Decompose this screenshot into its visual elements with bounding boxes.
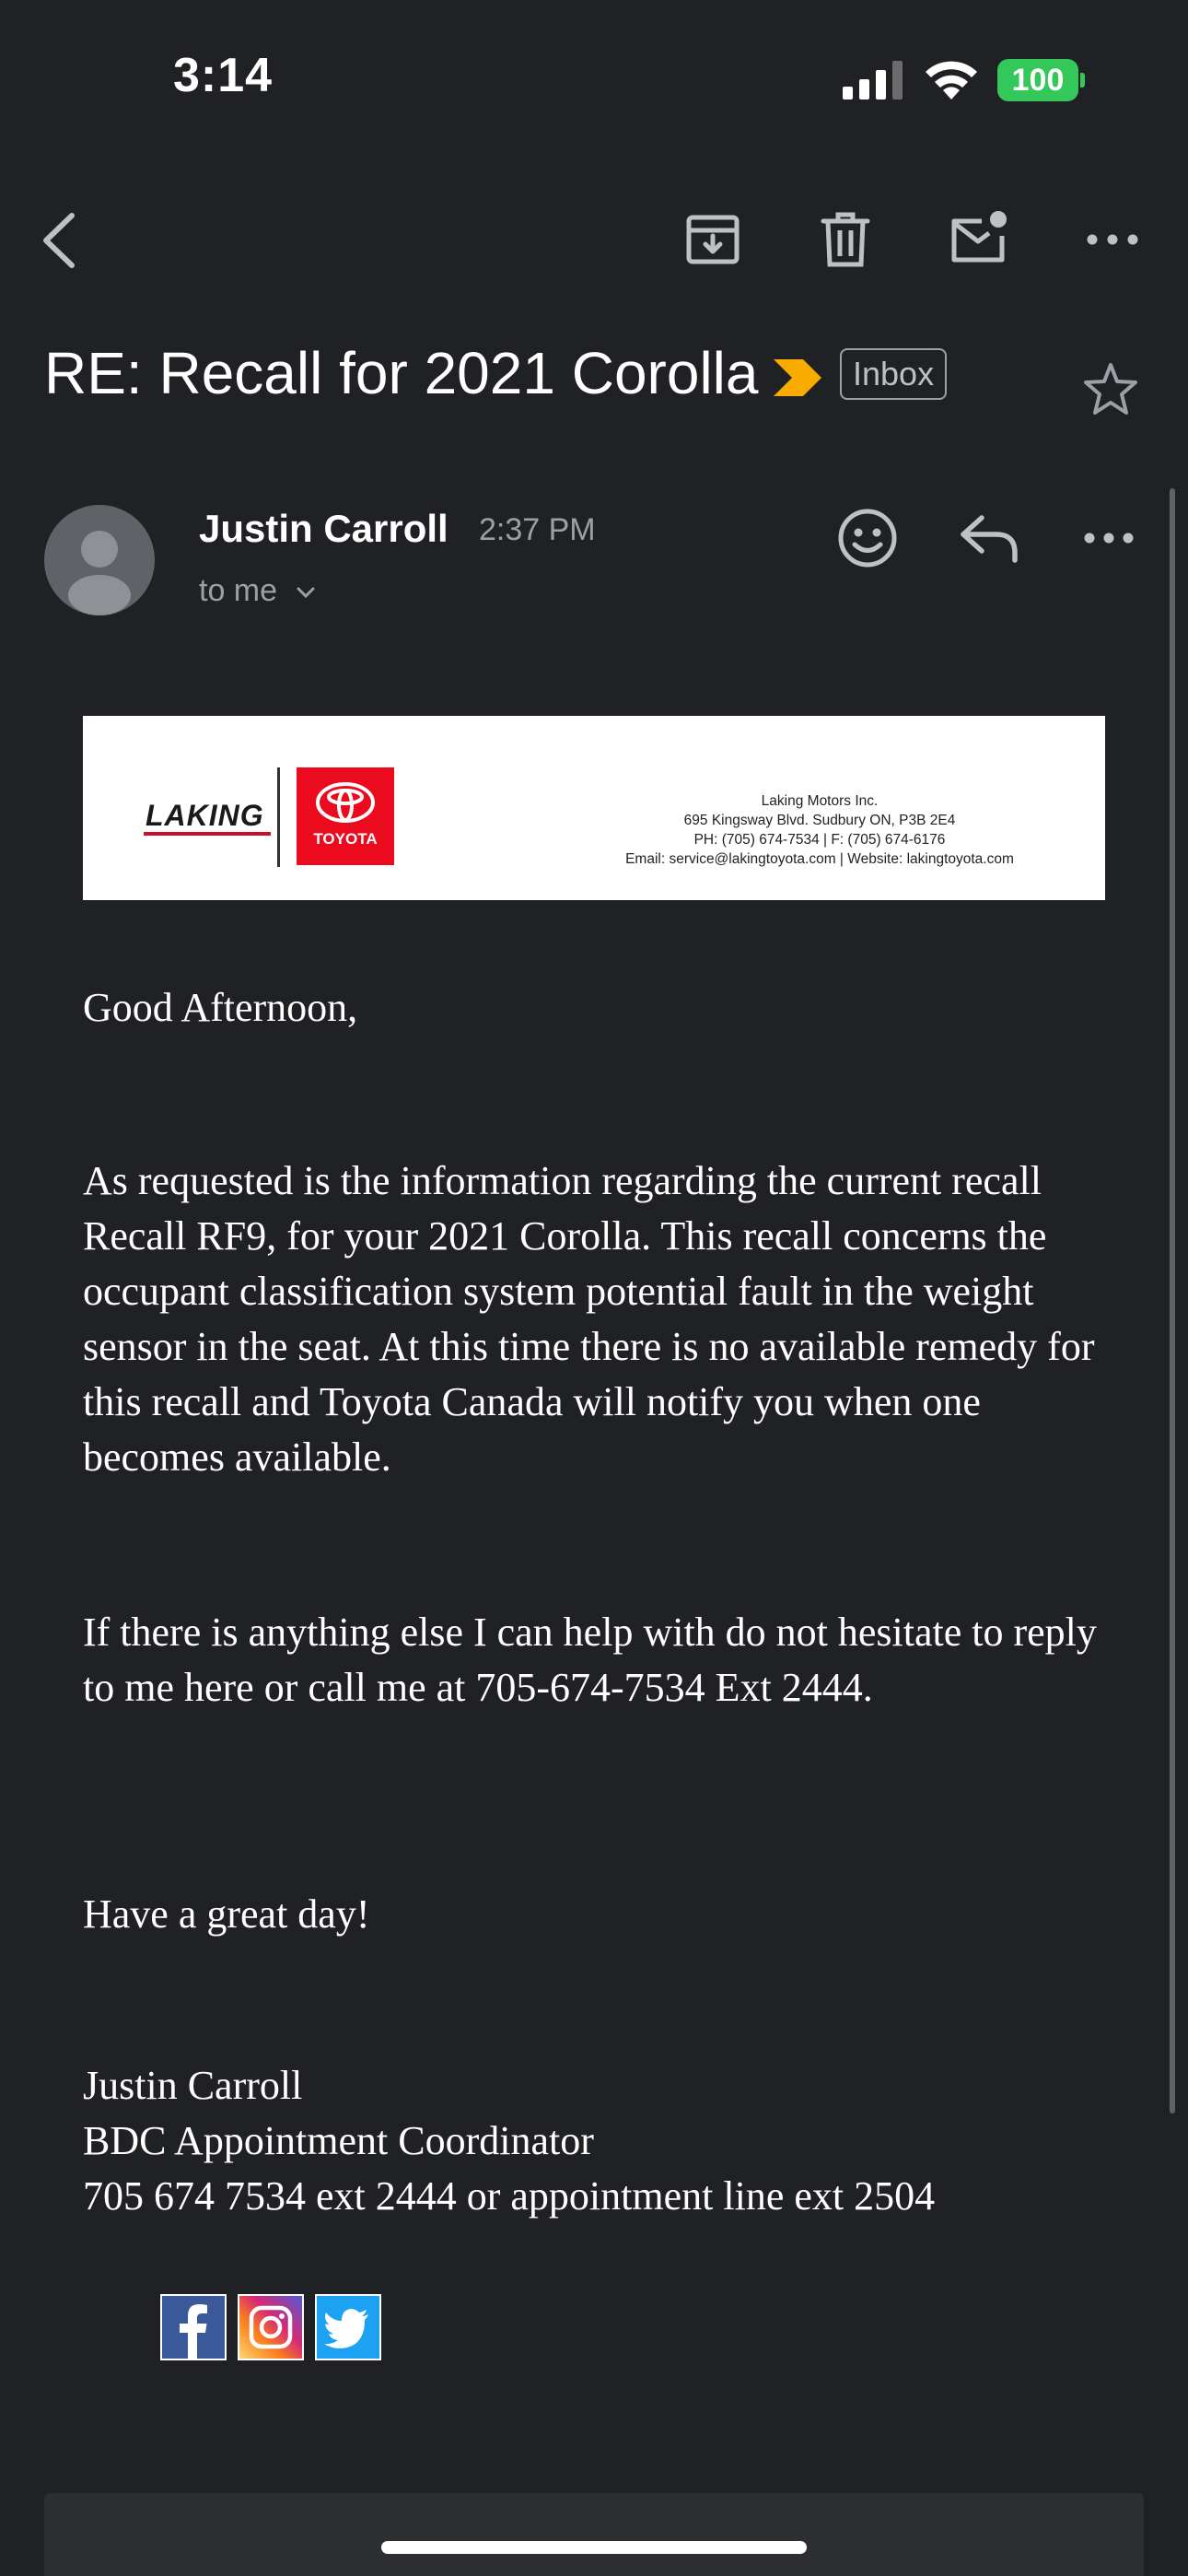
dealer-info: Laking Motors Inc. 695 Kingsway Blvd. Su… bbox=[562, 791, 1077, 869]
toyota-logo: TOYOTA bbox=[297, 767, 394, 865]
email-signature: Justin Carroll BDC Appointment Coordinat… bbox=[83, 2058, 1105, 2224]
scrollbar[interactable] bbox=[1170, 488, 1175, 2113]
reply-actions-bar bbox=[44, 2493, 1144, 2576]
mark-unread-icon bbox=[951, 211, 1007, 263]
dealer-address: 695 Kingsway Blvd. Sudbury ON, P3B 2E4 bbox=[683, 813, 956, 828]
recipient-details-toggle[interactable]: to me bbox=[199, 573, 316, 609]
sent-time: 2:37 PM bbox=[479, 512, 596, 547]
back-icon[interactable] bbox=[37, 208, 83, 273]
star-icon[interactable] bbox=[1083, 361, 1138, 416]
battery-icon: 100 bbox=[997, 59, 1086, 101]
person-icon bbox=[68, 531, 131, 615]
recipient-label: to me bbox=[199, 573, 278, 608]
battery-level: 100 bbox=[997, 59, 1078, 101]
dealer-company: Laking Motors Inc. bbox=[761, 793, 879, 809]
inbox-label[interactable]: Inbox bbox=[840, 348, 948, 400]
instagram-icon[interactable] bbox=[238, 2294, 304, 2360]
more-options-button[interactable] bbox=[1083, 210, 1142, 269]
twitter-icon[interactable] bbox=[315, 2294, 381, 2360]
chevron-down-icon bbox=[297, 587, 314, 599]
signature-title: BDC Appointment Coordinator bbox=[83, 2118, 594, 2163]
dealer-banner: LAKING TOYOTA Laking Motors Inc. 695 Kin… bbox=[83, 716, 1105, 900]
facebook-icon[interactable] bbox=[160, 2294, 227, 2360]
archive-button[interactable] bbox=[683, 210, 742, 269]
more-icon bbox=[1087, 234, 1138, 245]
trash-icon bbox=[821, 212, 870, 267]
laking-logo: LAKING bbox=[146, 799, 264, 832]
importance-marker-icon[interactable] bbox=[772, 357, 823, 398]
email-closing: Have a great day! bbox=[83, 1891, 370, 1937]
delete-button[interactable] bbox=[816, 210, 875, 269]
email-greeting: Good Afternoon, bbox=[83, 985, 358, 1030]
mark-unread-button[interactable] bbox=[949, 210, 1007, 269]
reply-icon[interactable] bbox=[958, 510, 1020, 566]
wifi-icon bbox=[926, 61, 977, 100]
dealer-phone: PH: (705) 674-7534 | F: (705) 674-6176 bbox=[693, 832, 946, 848]
signature-phone: 705 674 7534 ext 2444 or appointment lin… bbox=[83, 2173, 936, 2219]
toyota-emblem-icon bbox=[316, 782, 375, 823]
signal-icon bbox=[843, 61, 903, 100]
emoji-reaction-icon[interactable] bbox=[836, 507, 899, 569]
signature-name: Justin Carroll bbox=[83, 2063, 303, 2108]
archive-icon bbox=[686, 215, 740, 264]
home-indicator[interactable] bbox=[381, 2541, 807, 2554]
sender-avatar[interactable] bbox=[44, 505, 155, 615]
email-paragraph-2: If there is anything else I can help wit… bbox=[83, 1610, 1097, 1710]
sender-name[interactable]: Justin Carroll bbox=[199, 507, 448, 551]
email-subject: RE: Recall for 2021 Corolla bbox=[44, 340, 759, 406]
status-time: 3:14 bbox=[173, 49, 274, 102]
message-more-icon[interactable] bbox=[1083, 521, 1135, 555]
dealer-contact: Email: service@lakingtoyota.com | Websit… bbox=[625, 851, 1014, 867]
email-paragraph-1: As requested is the information regardin… bbox=[83, 1158, 1095, 1480]
